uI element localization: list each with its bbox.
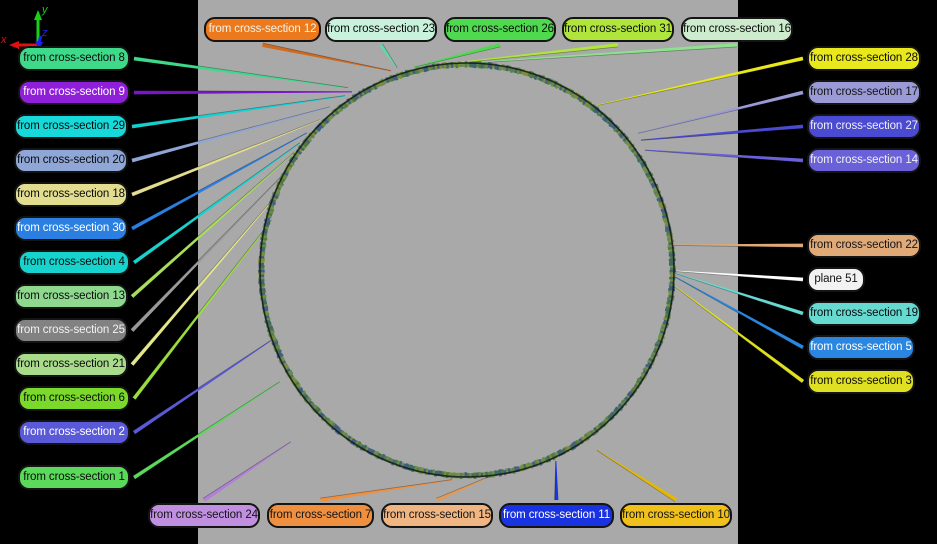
label-text: from cross-section 6 [23, 391, 125, 404]
label-t26[interactable]: from cross-section 26 [444, 17, 556, 42]
leader-line [132, 337, 276, 435]
leader-line-edge [436, 476, 489, 499]
label-r17[interactable]: from cross-section 17 [807, 80, 921, 105]
label-text: from cross-section 13 [17, 289, 125, 302]
label-r28[interactable]: from cross-section 28 [807, 46, 921, 71]
label-text: from cross-section 16 [683, 22, 791, 35]
leader-line-edge [644, 150, 803, 163]
label-r5[interactable]: from cross-section 5 [807, 335, 915, 360]
rim-segment [464, 61, 468, 68]
label-text: from cross-section 7 [269, 508, 372, 521]
label-l20[interactable]: from cross-section 20 [14, 148, 128, 173]
label-text: from cross-section 18 [17, 187, 125, 200]
leader-line-edge [132, 381, 280, 477]
label-l6[interactable]: from cross-section 6 [18, 386, 130, 411]
leader-line-edge [455, 46, 738, 65]
rim-segment [258, 271, 265, 275]
leader-line [671, 274, 804, 350]
label-text: from cross-section 9 [23, 85, 125, 98]
label-text: from cross-section 25 [17, 323, 125, 336]
label-l4[interactable]: from cross-section 4 [18, 250, 130, 275]
label-t12[interactable]: from cross-section 12 [204, 17, 321, 42]
scene-root: y x z from cross-section 8 from cross-sec… [0, 0, 937, 544]
leader-line [379, 43, 398, 69]
label-text: from cross-section 15 [383, 508, 491, 521]
label-text: from cross-section 11 [503, 508, 610, 521]
label-text: from cross-section 30 [17, 221, 125, 234]
label-text: from cross-section 20 [17, 153, 125, 166]
leader-line-edge [320, 479, 452, 499]
label-b24[interactable]: from cross-section 24 [148, 503, 260, 528]
label-r27[interactable]: from cross-section 27 [807, 114, 921, 139]
z-axis-label: z [41, 27, 48, 39]
leader-line [668, 281, 805, 384]
leader-line [597, 56, 804, 106]
label-b10[interactable]: from cross-section 10 [620, 503, 732, 528]
label-l18[interactable]: from cross-section 18 [14, 182, 128, 207]
leader-line-edge [596, 450, 676, 502]
label-r14[interactable]: from cross-section 14 [807, 148, 921, 173]
leader-line-edge [202, 441, 291, 499]
label-l1[interactable]: from cross-section 1 [18, 465, 130, 490]
label-text: from cross-section 8 [23, 51, 125, 64]
label-t16[interactable]: from cross-section 16 [681, 17, 793, 42]
label-l9[interactable]: from cross-section 9 [18, 80, 130, 105]
label-t31[interactable]: from cross-section 31 [562, 17, 674, 42]
rim-segment [670, 265, 676, 269]
label-text: from cross-section 24 [150, 508, 258, 521]
label-b11[interactable]: from cross-section 11 [499, 503, 614, 528]
label-r19[interactable]: from cross-section 19 [807, 301, 921, 326]
label-l13[interactable]: from cross-section 13 [14, 284, 128, 309]
label-b15[interactable]: from cross-section 15 [381, 503, 493, 528]
label-l8[interactable]: from cross-section 8 [18, 46, 130, 71]
label-t23[interactable]: from cross-section 23 [325, 17, 437, 42]
leader-line-edge [668, 282, 803, 384]
label-b7[interactable]: from cross-section 7 [267, 503, 374, 528]
leader-line [320, 479, 453, 502]
rim-segment [258, 269, 265, 273]
label-text: from cross-section 29 [17, 119, 125, 132]
label-text: from cross-section 31 [564, 22, 672, 35]
leader-line-edge [382, 43, 398, 68]
label-l21[interactable]: from cross-section 21 [14, 352, 128, 377]
label-text: from cross-section 10 [622, 508, 730, 521]
leader-line [596, 449, 678, 502]
leader-line-edge [641, 128, 804, 141]
label-text: from cross-section 22 [810, 238, 918, 251]
label-text: from cross-section 17 [810, 85, 918, 98]
label-r51[interactable]: plane 51 [807, 267, 865, 292]
label-text: from cross-section 1 [23, 470, 125, 483]
leader-line-edge [134, 56, 349, 88]
leader-line-edge [262, 42, 392, 71]
label-text: from cross-section 14 [810, 153, 918, 166]
rim-segment [669, 267, 676, 271]
leader-line-edge [131, 95, 345, 125]
leader-line [202, 441, 292, 502]
label-l30[interactable]: from cross-section 30 [14, 216, 128, 241]
x-axis-label: x [0, 34, 7, 46]
label-r22[interactable]: from cross-section 22 [807, 233, 921, 258]
label-text: from cross-section 12 [208, 22, 317, 35]
label-text: from cross-section 28 [810, 51, 918, 64]
y-axis-label: y [41, 4, 49, 16]
label-text: from cross-section 26 [446, 22, 554, 35]
label-text: from cross-section 4 [23, 255, 125, 268]
leader-line-edge [132, 337, 275, 432]
label-text: from cross-section 2 [23, 425, 125, 438]
label-l2[interactable]: from cross-section 2 [18, 420, 130, 445]
label-text: from cross-section 3 [810, 374, 912, 387]
label-l29[interactable]: from cross-section 29 [14, 114, 128, 139]
label-text: from cross-section 21 [17, 357, 125, 370]
label-text: from cross-section 5 [810, 340, 912, 353]
label-text: from cross-section 27 [810, 119, 918, 132]
label-text: plane 51 [814, 272, 858, 285]
label-text: from cross-section 23 [327, 22, 435, 35]
label-text: from cross-section 19 [810, 306, 918, 319]
label-l25[interactable]: from cross-section 25 [14, 318, 128, 343]
leader-line-edge [671, 275, 803, 350]
label-r3[interactable]: from cross-section 3 [807, 369, 915, 394]
geometry-layer [130, 42, 805, 502]
